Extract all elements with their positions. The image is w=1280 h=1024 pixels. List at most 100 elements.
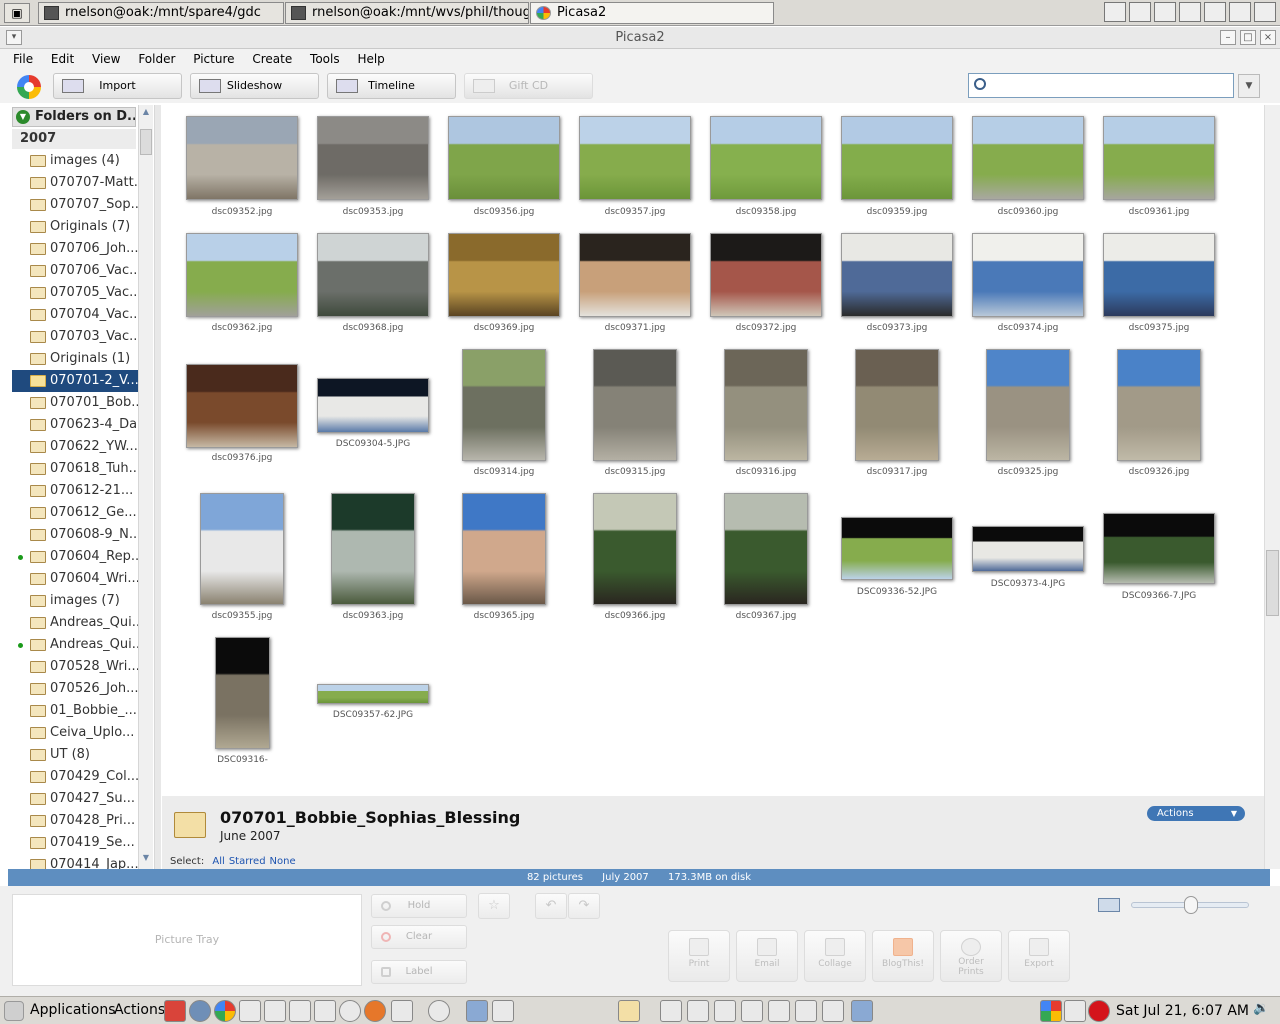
task-picasa[interactable]: Picasa2: [530, 2, 774, 24]
sidebar-folder-item[interactable]: images (7): [12, 590, 138, 612]
photo-image[interactable]: [186, 116, 298, 200]
sidebar-folder-item[interactable]: 070427_Su...: [12, 788, 138, 810]
folders-header[interactable]: ▼ Folders on D...: [12, 107, 136, 127]
network-tool-icon[interactable]: [391, 1000, 413, 1022]
sidebar-folder-item[interactable]: UT (8): [12, 744, 138, 766]
folder-icon[interactable]: [618, 1000, 640, 1022]
editor-launcher-icon[interactable]: [264, 1000, 286, 1022]
minimize-icon[interactable]: –: [1220, 30, 1236, 45]
sidebar-folder-item[interactable]: 070414_Jap...: [12, 854, 138, 869]
sidebar-folder-item[interactable]: 070604_Rep...: [12, 546, 138, 568]
firefox-window-icon[interactable]: [822, 1000, 844, 1022]
firefox-window-icon[interactable]: [714, 1000, 736, 1022]
timeline-button[interactable]: Timeline: [327, 73, 456, 99]
photo-image[interactable]: [710, 116, 822, 200]
menu-picture[interactable]: Picture: [186, 49, 241, 69]
sidebar-folder-item[interactable]: 070701_Bob...: [12, 392, 138, 414]
photo-image[interactable]: [186, 364, 298, 448]
firefox-task-icon[interactable]: [1254, 2, 1276, 22]
photo-image[interactable]: [972, 116, 1084, 200]
picasa-launcher-icon[interactable]: [214, 1000, 236, 1022]
gimp-launcher-icon[interactable]: [339, 1000, 361, 1022]
photo-image[interactable]: [710, 233, 822, 317]
photo-image[interactable]: [593, 349, 677, 461]
workspace-icon[interactable]: [1229, 2, 1251, 22]
app-launcher-icon[interactable]: [164, 1000, 186, 1022]
terminal-launcher-icon[interactable]: [289, 1000, 311, 1022]
hold-button[interactable]: Hold: [371, 894, 467, 918]
slider-knob[interactable]: [1184, 896, 1198, 914]
window-menu-icon[interactable]: ▾: [6, 30, 22, 45]
sidebar-folder-item[interactable]: 070618_Tuh...: [12, 458, 138, 480]
maximize-icon[interactable]: □: [1240, 30, 1256, 45]
photo-image[interactable]: [462, 349, 546, 461]
picture-tray[interactable]: Picture Tray: [12, 894, 362, 986]
gift-cd-button[interactable]: Gift CD: [464, 73, 593, 99]
firefox-task-icon[interactable]: [1154, 2, 1176, 22]
sidebar-splitter[interactable]: [155, 105, 161, 869]
network-launcher-icon[interactable]: [189, 1000, 211, 1022]
picasa-task-icon[interactable]: [1179, 2, 1201, 22]
firefox-window-icon[interactable]: [660, 1000, 682, 1022]
sidebar-folder-item[interactable]: 070612-21...: [12, 480, 138, 502]
clock[interactable]: Sat Jul 21, 6:07 AM: [1116, 1003, 1249, 1019]
workspace-icon[interactable]: [768, 1000, 790, 1022]
sidebar-folder-item[interactable]: 070429_Col...: [12, 766, 138, 788]
clear-button[interactable]: Clear: [371, 925, 467, 949]
menu-folder[interactable]: Folder: [131, 49, 182, 69]
scroll-thumb[interactable]: [1266, 550, 1279, 616]
order-prints-button[interactable]: Order Prints: [940, 930, 1002, 982]
task-terminal-gdc[interactable]: rnelson@oak:/mnt/spare4/gdc: [38, 2, 284, 24]
blogthis-button[interactable]: BlogThis!: [872, 930, 934, 982]
sidebar-folder-item[interactable]: Ceiva_Uplo...: [12, 722, 138, 744]
desktop-icon[interactable]: [851, 1000, 873, 1022]
album-title[interactable]: 070701_Bobbie_Sophias_Blessing: [220, 808, 520, 827]
sidebar-folder-item[interactable]: 070528_Wri...: [12, 656, 138, 678]
email-button[interactable]: Email: [736, 930, 798, 982]
photo-image[interactable]: [317, 684, 429, 704]
photo-image[interactable]: [972, 526, 1084, 572]
sidebar-folder-item[interactable]: 070608-9_N...: [12, 524, 138, 546]
sidebar-folder-item[interactable]: 070706_Joh...: [12, 238, 138, 260]
print-button[interactable]: Print: [668, 930, 730, 982]
photo-image[interactable]: [1103, 233, 1215, 317]
sidebar-folder-item[interactable]: 070419_Se...: [12, 832, 138, 854]
actions-button[interactable]: Actions ▼: [1147, 806, 1245, 821]
photo-image[interactable]: [186, 233, 298, 317]
slideshow-button[interactable]: Slideshow: [190, 73, 319, 99]
sidebar-folder-item[interactable]: 070604_Wri...: [12, 568, 138, 590]
photo-image[interactable]: [317, 378, 429, 433]
photo-image[interactable]: [1117, 349, 1201, 461]
menu-create[interactable]: Create: [245, 49, 299, 69]
picasa-window-icon[interactable]: [741, 1000, 763, 1022]
gnome-foot-icon[interactable]: [4, 1001, 24, 1021]
photo-image[interactable]: [841, 517, 953, 580]
window-task-icon[interactable]: [1129, 2, 1151, 22]
menu-file[interactable]: File: [0, 49, 40, 69]
scroll-up-icon[interactable]: ▲: [140, 107, 152, 121]
sidebar-folder-item[interactable]: Originals (1): [12, 348, 138, 370]
scroll-down-icon[interactable]: ▼: [140, 853, 152, 867]
sidebar-folder-item[interactable]: Andreas_Qui...: [12, 634, 138, 656]
photo-image[interactable]: [986, 349, 1070, 461]
photo-image[interactable]: [841, 116, 953, 200]
label-button[interactable]: Label: [371, 960, 467, 984]
sidebar-folder-item[interactable]: 070706_Vac...: [12, 260, 138, 282]
photo-image[interactable]: [317, 116, 429, 200]
actions-menu[interactable]: Actions: [114, 1002, 165, 1018]
applications-menu[interactable]: Applications: [30, 1002, 116, 1018]
alert-icon[interactable]: [1088, 1000, 1110, 1022]
photo-image[interactable]: [448, 116, 560, 200]
rotate-right-button[interactable]: ↷: [568, 893, 600, 919]
photo-image[interactable]: [841, 233, 953, 317]
photo-image[interactable]: [215, 637, 270, 749]
sidebar-folder-item[interactable]: Andreas_Qui...: [12, 612, 138, 634]
thumbnail-size-slider[interactable]: [1131, 896, 1249, 914]
window-icon[interactable]: [687, 1000, 709, 1022]
photo-image[interactable]: [724, 493, 808, 605]
sidebar-folder-item[interactable]: 070622_YW...: [12, 436, 138, 458]
grid-scrollbar[interactable]: [1264, 105, 1280, 869]
photo-image[interactable]: [462, 493, 546, 605]
photo-image[interactable]: [579, 116, 691, 200]
photo-image[interactable]: [724, 349, 808, 461]
